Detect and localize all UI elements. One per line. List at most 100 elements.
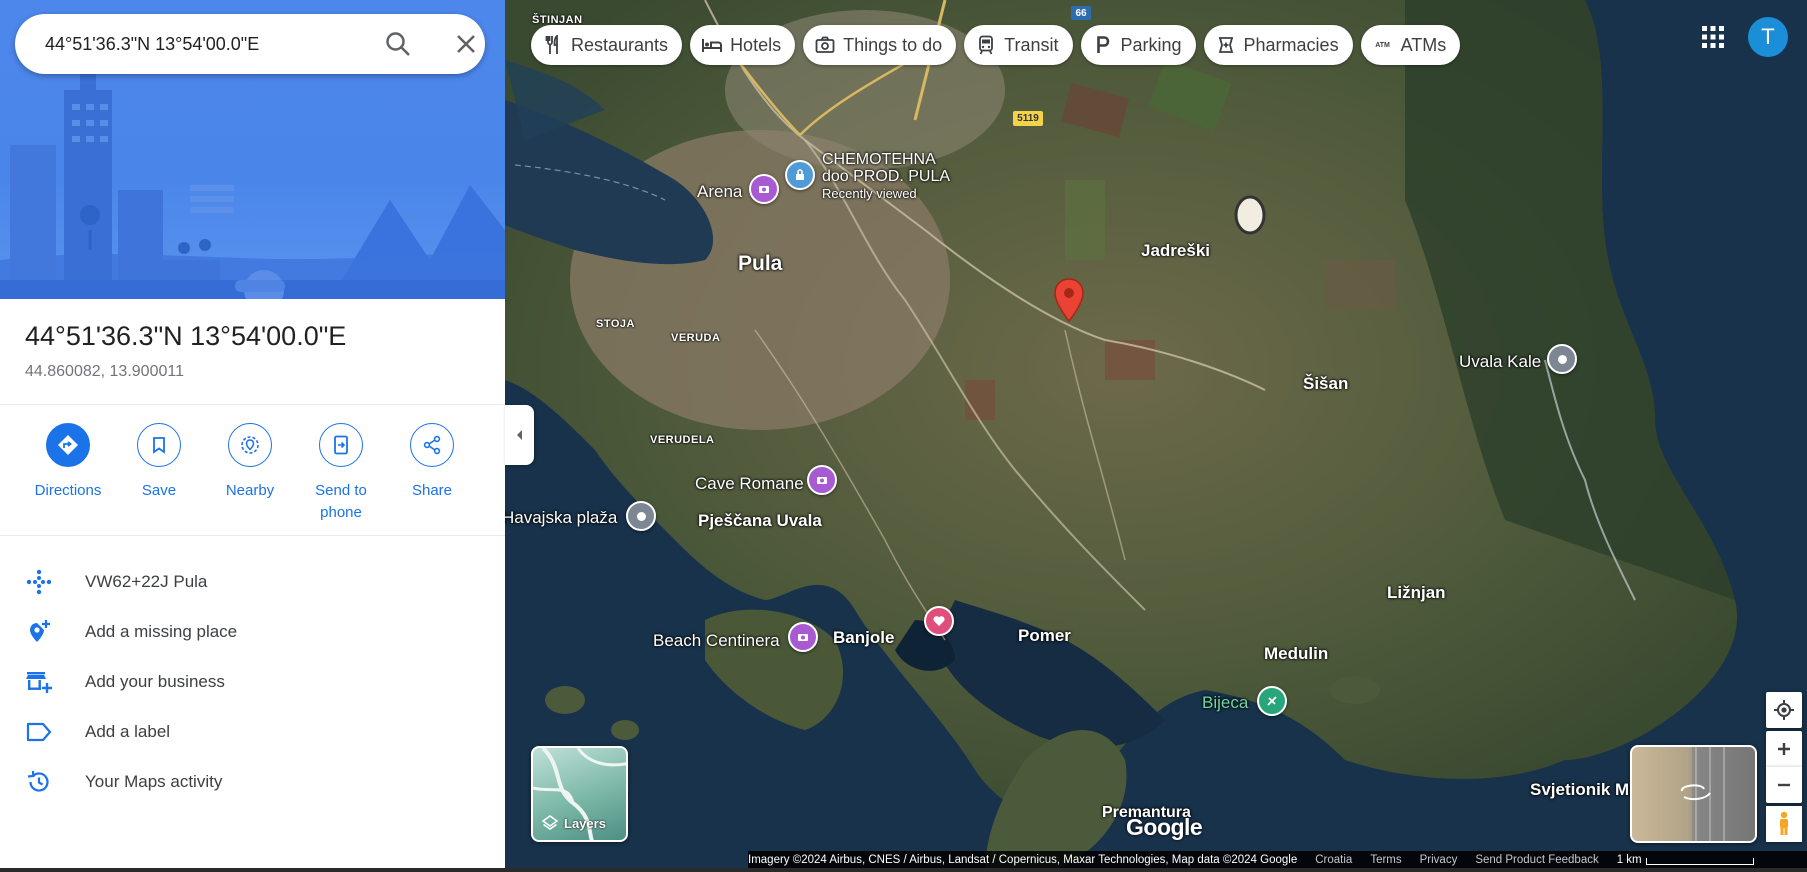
chip-hotels-label: Hotels: [730, 34, 782, 55]
search-box: [15, 14, 485, 74]
chevron-left-icon: [516, 430, 522, 440]
share-button[interactable]: Share: [386, 423, 478, 502]
save-label: Save: [141, 482, 177, 499]
poi-bijeca-icon[interactable]: [1257, 686, 1287, 716]
divider: [0, 404, 505, 405]
chip-restaurants[interactable]: Restaurants: [531, 25, 683, 65]
imagery-attribution: Imagery ©2024 Airbus, CNES / Airbus, Lan…: [748, 853, 1298, 866]
chip-transit-label: Transit: [1004, 34, 1059, 55]
poi-cave-romane-icon[interactable]: [807, 465, 837, 495]
satellite-map[interactable]: 66 5119 ŠTINJAN CHEMOTEHNA doo PROD. PUL…: [505, 0, 1807, 872]
category-chips: Restaurants Hotels Things to do Transit …: [531, 25, 1461, 65]
apps-grid-icon[interactable]: [1699, 23, 1727, 51]
list-item-add-business[interactable]: Add your business: [0, 657, 505, 707]
map-label-jadreski: Jadreški: [1141, 241, 1210, 260]
map-label-svjetionik: Svjetionik M: [1530, 780, 1630, 799]
map-label-bijeca[interactable]: Bijeca: [1202, 693, 1248, 713]
bookmark-icon: [137, 423, 181, 467]
map-footer: Imagery ©2024 Airbus, CNES / Airbus, Lan…: [748, 851, 1807, 868]
collapse-panel-button[interactable]: [505, 405, 534, 465]
nearby-label: Nearby: [225, 482, 275, 499]
street-view-thumbnail[interactable]: [1630, 745, 1757, 843]
chip-transit[interactable]: Transit: [964, 25, 1073, 65]
add-business-label: Add your business: [85, 672, 225, 691]
footer-privacy-link[interactable]: Privacy: [1420, 854, 1458, 866]
place-coordinates: 44.860082, 13.900011: [25, 363, 184, 380]
list-item-add-label[interactable]: Add a label: [0, 707, 505, 757]
scale-label[interactable]: 1 km: [1617, 854, 1642, 866]
map-label-havajska-plaza[interactable]: Havajska plaža: [505, 508, 617, 528]
footer-feedback-link[interactable]: Send Product Feedback: [1475, 854, 1598, 866]
layers-icon: [541, 815, 559, 830]
pharmacy-icon: [1216, 35, 1236, 55]
list-item-maps-activity[interactable]: Your Maps activity: [0, 757, 505, 807]
chip-pharmacies[interactable]: Pharmacies: [1203, 25, 1353, 65]
chemotehna-line1: CHEMOTEHNA: [822, 151, 936, 168]
poi-havajska-plaza-icon[interactable]: [626, 501, 656, 531]
pegman-icon[interactable]: [1766, 806, 1802, 842]
close-icon[interactable]: [450, 28, 482, 60]
map-label-veruda: VERUDA: [671, 332, 721, 344]
map-label-banjole: Banjole: [833, 628, 895, 647]
bottom-edge: [0, 868, 1807, 872]
poi-favorite-heart-icon[interactable]: [924, 606, 954, 636]
chip-hotels[interactable]: Hotels: [690, 25, 796, 65]
save-button[interactable]: Save: [113, 423, 205, 502]
google-maps-app: { "search": {"value": "44°51'36.3\"N 13°…: [0, 0, 1807, 872]
nearby-button[interactable]: Nearby: [204, 423, 296, 502]
recently-viewed-label: Recently viewed: [822, 186, 917, 201]
hotel-icon: [702, 35, 723, 55]
footer-terms-link[interactable]: Terms: [1370, 854, 1401, 866]
search-icon[interactable]: [382, 28, 414, 60]
transit-icon: [976, 35, 996, 55]
poi-uvala-kale-icon[interactable]: [1547, 344, 1577, 374]
map-label-liznjan: Ližnjan: [1387, 583, 1446, 602]
restaurant-icon: [543, 35, 563, 55]
plus-icon: [1778, 743, 1790, 755]
directions-icon: [46, 423, 90, 467]
parking-icon: [1093, 35, 1113, 55]
chip-things-to-do[interactable]: Things to do: [803, 25, 957, 65]
label-icon: [24, 719, 54, 745]
directions-button[interactable]: Directions: [22, 423, 114, 502]
my-location-button[interactable]: [1766, 692, 1802, 728]
maps-activity-label: Your Maps activity: [85, 772, 223, 791]
road-shield-5119: 5119: [1013, 111, 1043, 126]
avatar[interactable]: T: [1748, 17, 1788, 57]
chip-pharmacies-label: Pharmacies: [1243, 34, 1339, 55]
chip-atms[interactable]: ATM ATMs: [1360, 25, 1461, 65]
list-item-plus-code[interactable]: VW62+22J Pula: [0, 557, 505, 607]
map-label-arena[interactable]: Arena: [697, 182, 742, 202]
map-label-cave-romane[interactable]: Cave Romane: [695, 474, 804, 494]
add-label-label: Add a label: [85, 722, 171, 741]
footer-country-link[interactable]: Croatia: [1315, 854, 1352, 866]
zoom-in-button[interactable]: [1766, 731, 1802, 767]
list-item-add-missing-place[interactable]: Add a missing place: [0, 607, 505, 657]
location-pin-icon[interactable]: [1053, 277, 1085, 323]
minus-icon: [1778, 783, 1790, 787]
layers-button[interactable]: Layers: [531, 746, 628, 842]
map-label-stoja: STOJA: [596, 318, 635, 330]
camera-icon: [815, 35, 835, 55]
scale-bar: [1645, 858, 1754, 865]
place-title: 44°51'36.3"N 13°54'00.0"E: [25, 321, 347, 351]
layers-label-wrap: Layers: [541, 814, 606, 832]
nearby-icon: [228, 423, 272, 467]
map-label-beach-centinera[interactable]: Beach Centinera: [653, 631, 780, 651]
poi-beach-centinera-icon[interactable]: [788, 622, 818, 652]
chip-restaurants-label: Restaurants: [571, 34, 669, 55]
map-label-pula: Pula: [738, 252, 783, 275]
directions-label: Directions: [34, 482, 102, 499]
map-label-uvala-kale[interactable]: Uvala Kale: [1459, 352, 1541, 372]
rotate-360-icon: [1681, 747, 1755, 841]
zoom-out-button[interactable]: [1766, 767, 1802, 803]
poi-arena-icon[interactable]: [749, 174, 779, 204]
map-label-verudela: VERUDELA: [650, 434, 715, 446]
chip-parking[interactable]: Parking: [1080, 25, 1196, 65]
poi-chemotehna-icon[interactable]: [785, 160, 815, 190]
add-business-icon: [24, 669, 54, 695]
add-location-icon: [24, 619, 54, 645]
search-input[interactable]: [45, 32, 365, 56]
send-to-phone-button[interactable]: Send to phone: [295, 423, 387, 524]
map-label-chemotehna[interactable]: CHEMOTEHNA doo PROD. PULA Recently viewe…: [822, 151, 950, 202]
